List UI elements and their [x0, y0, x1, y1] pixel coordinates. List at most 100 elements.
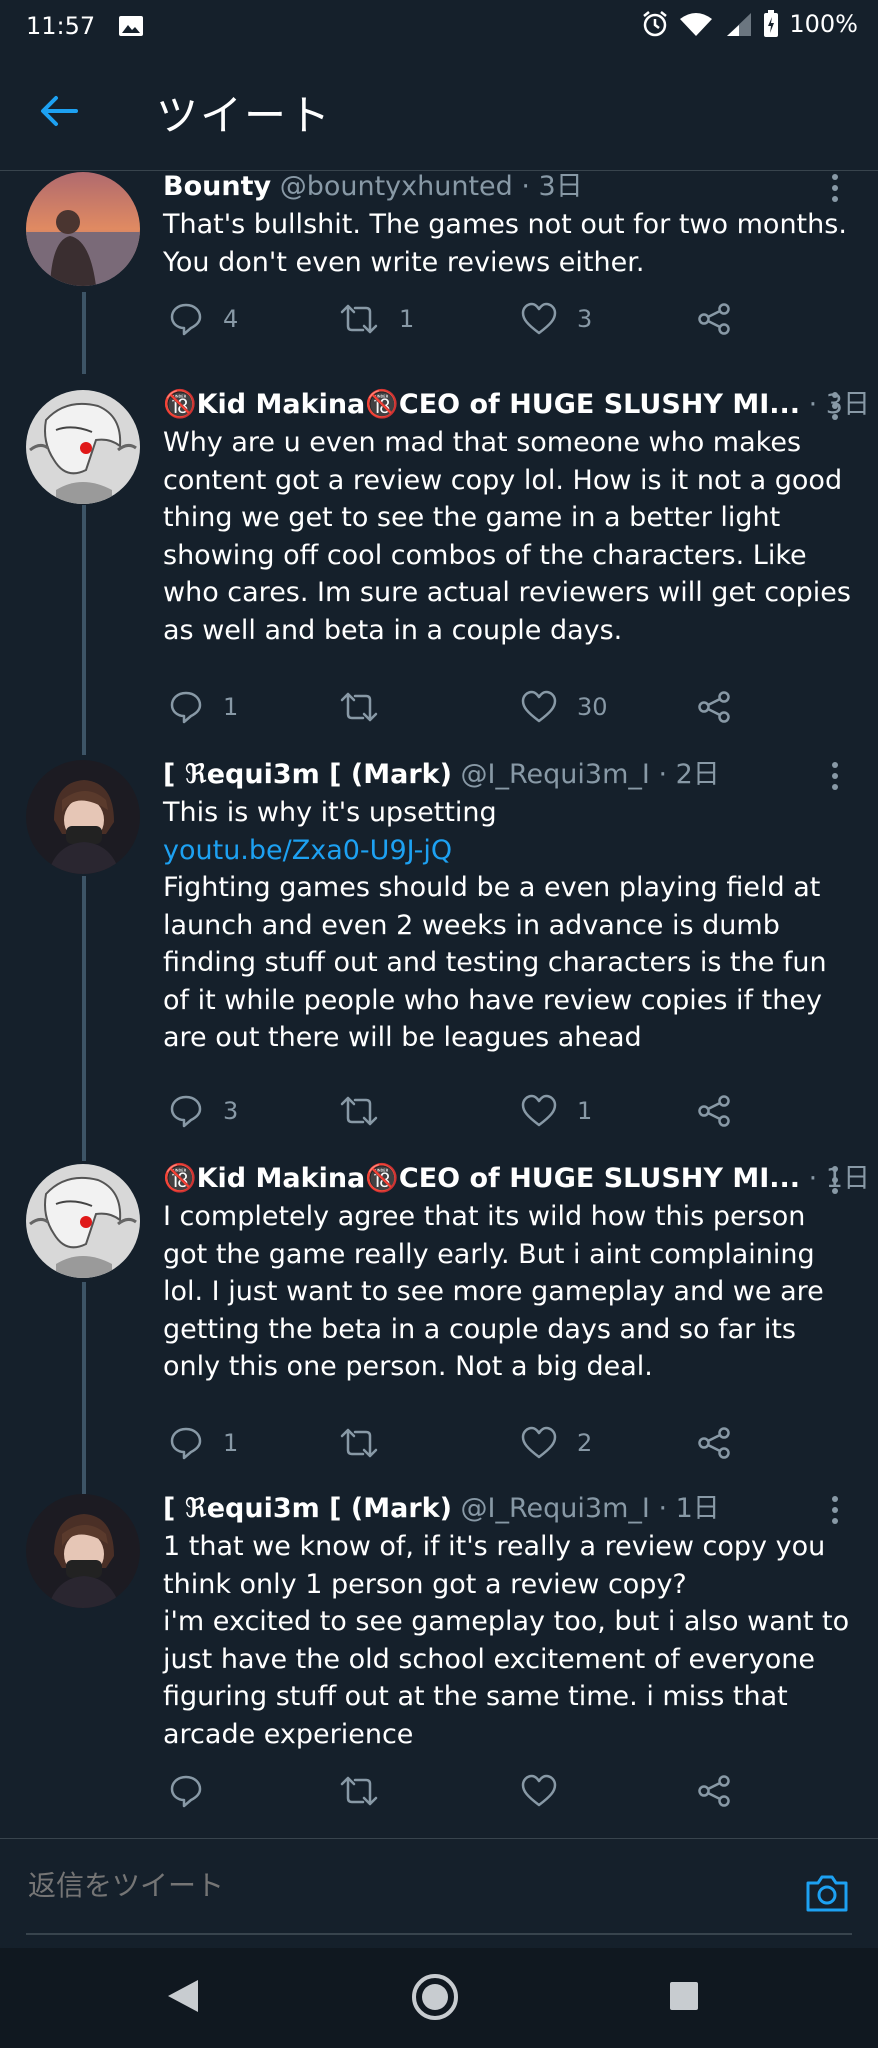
signal-icon	[727, 13, 752, 36]
avatar[interactable]	[26, 760, 140, 874]
reply-button[interactable]	[169, 1774, 223, 1808]
share-icon	[698, 1095, 730, 1127]
reply-button[interactable]: 4	[169, 302, 238, 336]
share-button[interactable]	[697, 302, 731, 336]
tweet-header: [ ℜequi3m [ (Mark) @I_Requi3m_I · 2日	[163, 758, 720, 792]
author-handle[interactable]: @I_Requi3m_I	[461, 759, 650, 790]
reply-input[interactable]	[26, 1869, 730, 1903]
tweet-text: 1 that we know of, if it's really a revi…	[163, 1528, 853, 1753]
author-name[interactable]: [ ℜequi3m [ (Mark)	[163, 759, 452, 790]
retweet-button[interactable]	[339, 690, 399, 724]
thread-line	[82, 876, 86, 1161]
reply-count: 4	[223, 305, 239, 333]
tweet-actions: 4 1 3	[163, 302, 763, 342]
reply-count: 1	[223, 1429, 239, 1457]
share-icon	[698, 303, 730, 335]
share-icon	[698, 691, 730, 723]
tweet-paragraph: I completely agree that its wild how thi…	[163, 1201, 824, 1382]
reply-icon	[170, 1095, 202, 1128]
tweet-text: That's bullshit. The games not out for t…	[163, 206, 853, 281]
tweet-paragraph: 1 that we know of, if it's really a revi…	[163, 1531, 826, 1600]
more-icon[interactable]	[830, 1494, 840, 1526]
retweet-button[interactable]	[339, 1094, 399, 1128]
like-icon	[521, 1094, 557, 1127]
battery-icon	[764, 10, 779, 37]
avatar[interactable]	[26, 1494, 140, 1608]
reply-button[interactable]: 1	[169, 690, 238, 724]
retweet-count: 1	[399, 305, 415, 333]
reply-button[interactable]: 3	[169, 1094, 238, 1128]
tweet-time: · 2日	[658, 759, 720, 790]
more-icon[interactable]	[830, 1164, 840, 1196]
reply-underline	[26, 1933, 852, 1935]
tweet-actions	[163, 1774, 763, 1814]
wifi-icon	[680, 13, 713, 36]
tweet-text: I completely agree that its wild how thi…	[163, 1198, 853, 1386]
retweet-icon	[340, 1776, 378, 1806]
status-bar: 11:57 100%	[0, 0, 878, 52]
like-count: 2	[577, 1429, 593, 1457]
retweet-icon	[340, 692, 378, 722]
thread-line	[82, 505, 86, 755]
retweet-button[interactable]	[339, 1426, 399, 1460]
author-handle[interactable]: @bountyxhunted	[280, 171, 513, 202]
tweet-text: This is why it's upsetting youtu.be/Zxa0…	[163, 794, 853, 1057]
status-icons: 100%	[641, 10, 858, 38]
tweet-link[interactable]: youtu.be/Zxa0-U9J-jQ	[163, 832, 853, 870]
like-icon	[521, 302, 557, 335]
more-icon[interactable]	[830, 172, 840, 204]
tweet-actions: 1 30	[163, 690, 763, 730]
like-button[interactable]: 3	[521, 302, 592, 336]
thread-line	[82, 1282, 86, 1494]
share-button[interactable]	[697, 1774, 731, 1808]
author-name[interactable]: 🔞Kid Makina🔞CEO of HUGE SLUSHY MI...	[163, 1163, 800, 1194]
camera-icon[interactable]	[804, 1873, 850, 1913]
author-handle[interactable]: @I_Requi3m_I	[461, 1493, 650, 1524]
tweet-paragraph: That's bullshit. The games not out for t…	[163, 209, 847, 278]
like-button[interactable]: 1	[521, 1094, 592, 1128]
reply-bar	[0, 1838, 878, 1949]
avatar[interactable]	[26, 390, 140, 504]
avatar[interactable]	[26, 1164, 140, 1278]
reply-button[interactable]: 1	[169, 1426, 238, 1460]
tweet-paragraph: Fighting games should be a even playing …	[163, 872, 827, 1053]
like-count: 30	[577, 693, 608, 721]
tweet-text: Why are u even mad that someone who make…	[163, 424, 853, 649]
back-arrow-icon[interactable]	[36, 88, 82, 134]
tweet-actions: 3 1	[163, 1094, 763, 1134]
like-button[interactable]: 30	[521, 690, 608, 724]
reply-icon	[170, 691, 202, 724]
more-icon[interactable]	[830, 760, 840, 792]
image-icon	[119, 16, 143, 36]
share-button[interactable]	[697, 1426, 731, 1460]
reply-icon	[170, 303, 202, 336]
author-name[interactable]: Bounty	[163, 171, 271, 202]
tweet-actions: 1 2	[163, 1426, 763, 1466]
author-name[interactable]: [ ℜequi3m [ (Mark)	[163, 1493, 452, 1524]
page-title: ツイート	[156, 91, 333, 140]
nav-recents-icon[interactable]	[668, 1980, 700, 2012]
battery-level: 100%	[789, 10, 858, 38]
retweet-icon	[340, 1096, 378, 1126]
author-name[interactable]: 🔞Kid Makina🔞CEO of HUGE SLUSHY MI...	[163, 389, 800, 420]
more-icon[interactable]	[830, 390, 840, 422]
like-icon	[521, 1426, 557, 1459]
tweet-time: · 1日	[658, 1493, 720, 1524]
retweet-button[interactable]: 1	[339, 302, 414, 336]
share-button[interactable]	[697, 1094, 731, 1128]
nav-back-icon[interactable]	[166, 1978, 200, 2014]
like-button[interactable]	[521, 1774, 577, 1808]
share-button[interactable]	[697, 690, 731, 724]
avatar[interactable]	[26, 172, 140, 286]
retweet-icon	[340, 304, 378, 334]
tweet-header: 🔞Kid Makina🔞CEO of HUGE SLUSHY MI... · 1…	[163, 1162, 870, 1196]
thread-line	[82, 292, 86, 374]
like-icon	[521, 690, 557, 723]
like-count: 1	[577, 1097, 593, 1125]
tweet-paragraph: This is why it's upsetting	[163, 797, 497, 828]
retweet-button[interactable]	[339, 1774, 399, 1808]
like-button[interactable]: 2	[521, 1426, 592, 1460]
reply-count: 3	[223, 1097, 239, 1125]
reply-icon	[170, 1775, 202, 1808]
nav-home-icon[interactable]	[410, 1972, 460, 2022]
